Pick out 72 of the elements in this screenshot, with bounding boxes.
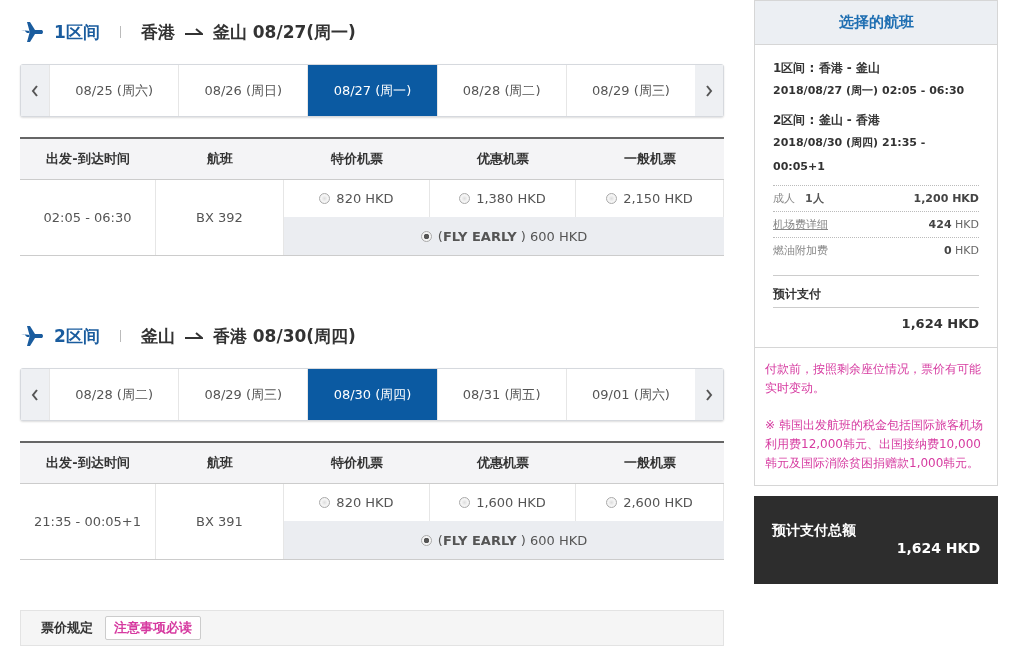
cost-link[interactable]: 机场费详细	[773, 217, 828, 232]
radio-button[interactable]	[606, 497, 618, 508]
fare-price: 820 HKD	[336, 495, 394, 510]
date-tab[interactable]: 08/29 (周三)	[178, 369, 308, 420]
radio-button[interactable]	[319, 497, 331, 508]
fare-price: 820 HKD	[336, 191, 394, 206]
leg-detail: 2018/08/30 (周四) 21:35 - 00:05+1	[773, 135, 927, 175]
date-tab[interactable]: 08/25 (周六)	[49, 65, 179, 116]
time-cell: 02:05 - 06:30	[20, 180, 156, 255]
date-tab[interactable]: 08/29 (周三)	[565, 65, 695, 116]
radio-button[interactable]	[459, 193, 471, 204]
column-header: 特价机票	[284, 443, 430, 484]
radio-button[interactable]	[606, 193, 618, 204]
chevron-left-icon	[31, 388, 39, 401]
next-button[interactable]	[695, 369, 723, 420]
column-header: 优惠机票	[430, 443, 576, 484]
destination-date: 釜山 08/27(周一)	[212, 20, 356, 44]
cost-amount: 424 HKD	[928, 218, 979, 231]
leg-title: 2区间 : 釜山 - 香港	[773, 112, 881, 129]
fare-price: 1,600 HKD	[476, 495, 546, 510]
special-fare: (FLY EARLY ) 600 HKD	[437, 228, 588, 244]
column-header: 一般机票	[576, 443, 724, 484]
radio-button[interactable]	[420, 230, 432, 242]
leg-detail: 2018/08/27 (周一) 02:05 - 06:30	[773, 83, 966, 99]
column-header: 航班	[156, 139, 284, 180]
notice-text: ※ 韩国出发航班的税金包括国际旅客机场利用费12,000韩元、出国接纳费10,000韩元及国际消除贫困捐赠款1,000韩元。	[765, 417, 984, 472]
origin: 香港	[140, 20, 175, 44]
total-label: 预计支付	[773, 275, 979, 308]
passenger-count: 1人	[805, 192, 824, 205]
fare-rules-label: 票价规定	[41, 619, 93, 637]
fare-price: 2,600 HKD	[623, 495, 693, 510]
notice-text: 付款前，按照剩余座位情况，票价有可能实时变动。	[765, 361, 982, 397]
column-header: 一般机票	[576, 139, 724, 180]
leg-title: 1区间 : 香港 - 釜山	[773, 60, 881, 77]
chevron-left-icon	[31, 84, 39, 97]
date-tab[interactable]: 08/26 (周日)	[178, 65, 308, 116]
grand-total-amount: 1,624 HKD	[896, 540, 980, 556]
cost-label: 成人	[773, 192, 795, 205]
destination-date: 香港 08/30(周四)	[212, 324, 356, 348]
fare-price: 1,380 HKD	[476, 191, 546, 206]
notice-button[interactable]: 注意事项必读	[105, 616, 201, 640]
cost-label: 燃油附加费	[773, 243, 828, 258]
prev-button[interactable]	[21, 65, 49, 116]
radio-button[interactable]	[319, 193, 331, 204]
origin: 釜山	[140, 324, 175, 348]
date-tab[interactable]: 08/28 (周二)	[49, 369, 179, 420]
column-header: 出发-到达时间	[20, 139, 156, 180]
chevron-right-icon	[705, 84, 713, 97]
date-tab[interactable]: 09/01 (周六)	[565, 369, 695, 420]
date-tab[interactable]: 08/30 (周四)	[307, 369, 437, 420]
prev-button[interactable]	[21, 369, 49, 420]
column-header: 优惠机票	[430, 139, 576, 180]
column-header: 出发-到达时间	[20, 443, 156, 484]
segment-label: 2区间	[54, 324, 100, 348]
total-amount: 1,624 HKD	[900, 315, 979, 333]
next-button[interactable]	[695, 65, 723, 116]
column-header: 航班	[156, 443, 284, 484]
date-tab[interactable]: 08/27 (周一)	[307, 65, 437, 116]
fare-price: 2,150 HKD	[623, 191, 693, 206]
cost-amount: 1,200 HKD	[913, 192, 979, 205]
segment-label: 1区间	[54, 20, 100, 44]
radio-button[interactable]	[459, 497, 471, 508]
chevron-right-icon	[705, 388, 713, 401]
radio-button[interactable]	[420, 534, 432, 546]
date-tab[interactable]: 08/31 (周五)	[436, 369, 566, 420]
special-fare: (FLY EARLY ) 600 HKD	[437, 532, 588, 548]
column-header: 特价机票	[284, 139, 430, 180]
date-tab[interactable]: 08/28 (周二)	[436, 65, 566, 116]
grand-total-label: 预计支付总额	[772, 522, 857, 540]
summary-title: 选择的航班	[755, 1, 997, 45]
cost-amount: 0 HKD	[943, 244, 979, 257]
time-cell: 21:35 - 00:05+1	[20, 484, 156, 559]
